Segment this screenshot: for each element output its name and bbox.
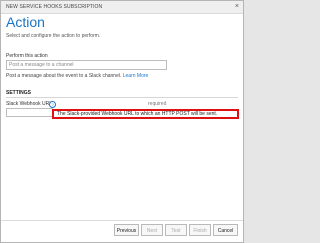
webhook-url-input[interactable] (6, 108, 53, 117)
test-button[interactable]: Test (165, 224, 187, 236)
cancel-button[interactable]: Cancel (213, 224, 238, 236)
close-icon[interactable]: × (235, 3, 239, 11)
page-subtitle: Select and configure the action to perfo… (6, 33, 101, 39)
learn-more-link[interactable]: Learn More (123, 73, 149, 79)
footer-divider (1, 220, 243, 221)
perform-action-select[interactable]: Post a message to a channel (6, 60, 167, 70)
required-indicator: required (148, 101, 167, 107)
webhook-tooltip: The Slack-provided Webhook URL to which … (52, 109, 239, 119)
finish-button[interactable]: Finish (189, 224, 211, 236)
settings-divider (6, 97, 238, 98)
page-title: Action (6, 14, 45, 30)
help-icon[interactable]: ? (49, 101, 56, 108)
perform-action-label: Perform this action (6, 53, 48, 59)
webhook-url-label: Slack Webhook URL (6, 101, 53, 107)
dialog-title: NEW SERVICE HOOKS SUBSCRIPTION (6, 4, 103, 10)
action-description: Post a message about the event to a Slac… (6, 73, 148, 79)
dialog-titlebar: NEW SERVICE HOOKS SUBSCRIPTION × (1, 1, 243, 14)
service-hooks-dialog: NEW SERVICE HOOKS SUBSCRIPTION × Action … (0, 0, 244, 243)
action-description-text: Post a message about the event to a Slac… (6, 73, 122, 79)
previous-button[interactable]: Previous (114, 224, 139, 236)
next-button[interactable]: Next (141, 224, 163, 236)
settings-heading: SETTINGS (6, 90, 32, 96)
